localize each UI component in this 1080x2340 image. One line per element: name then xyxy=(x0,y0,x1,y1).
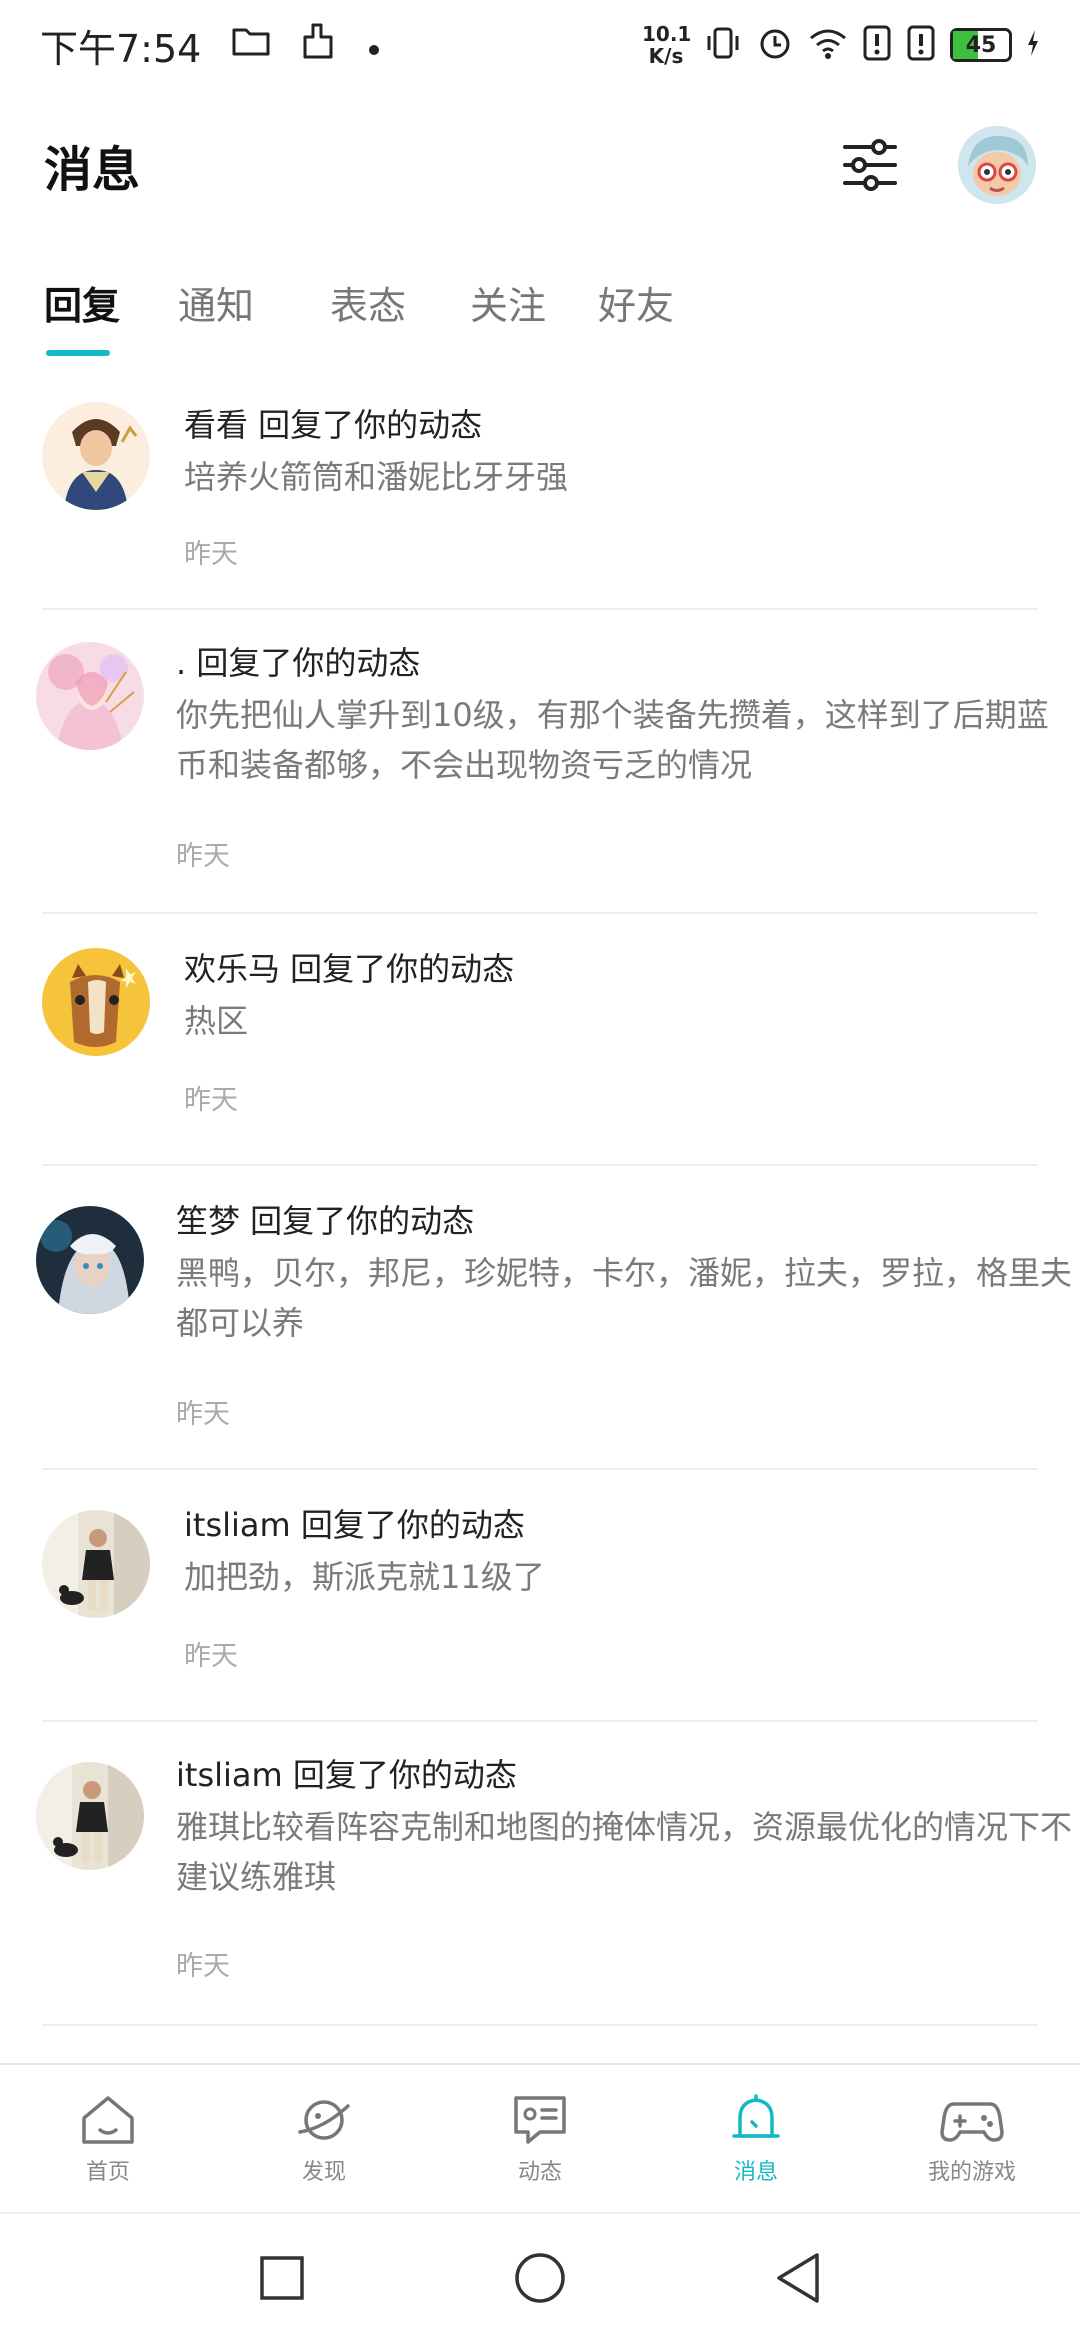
message-content: 你先把仙人掌升到10级，有那个装备先攒着，这样到了后期蓝币和装备都够，不会出现物… xyxy=(176,696,1049,784)
square-icon xyxy=(260,2256,304,2300)
alarm-icon xyxy=(756,24,794,66)
back-button[interactable] xyxy=(738,2214,858,2340)
status-time: 下午7:54 xyxy=(40,26,202,71)
vibrate-icon xyxy=(704,24,742,66)
message-time: 昨天 xyxy=(176,1399,230,1430)
folder-icon xyxy=(231,24,271,67)
wifi-icon xyxy=(808,26,848,64)
message-content: 雅琪比较看阵容克制和地图的掩体情况，资源最优化的情况下不建议练雅琪 xyxy=(176,1808,1073,1896)
feed-icon xyxy=(514,2096,566,2144)
nav-label: 发现 xyxy=(301,2160,346,2185)
alert-icon xyxy=(862,24,892,66)
recents-button[interactable] xyxy=(222,2214,342,2340)
home-icon xyxy=(82,2096,134,2144)
dot-icon xyxy=(367,25,381,66)
nav-label: 动态 xyxy=(517,2160,562,2185)
message-title: . 回复了你的动态 xyxy=(176,644,421,682)
back-triangle-icon xyxy=(777,2253,819,2303)
avatar[interactable] xyxy=(36,1762,144,1870)
thumb-icon xyxy=(301,21,337,70)
message-content: 培养火箭筒和潘妮比牙牙强 xyxy=(184,458,569,496)
message-time: 昨天 xyxy=(176,841,230,872)
message-content: 热区 xyxy=(184,1002,249,1040)
filter-button[interactable] xyxy=(838,133,902,197)
sliders-icon xyxy=(843,139,897,191)
list-item[interactable]: . 回复了你的动态 你先把仙人掌升到10级，有那个装备先攒着，这样到了后期蓝币和… xyxy=(0,610,1080,912)
system-nav-bar xyxy=(0,2212,1080,2340)
list-item[interactable]: itsliam 回复了你的动态 加把劲，斯派克就11级了 昨天 xyxy=(0,1470,1080,1720)
message-time: 昨天 xyxy=(184,1641,238,1672)
avatar[interactable] xyxy=(36,1206,144,1314)
bell-icon xyxy=(732,2094,780,2138)
avatar[interactable] xyxy=(42,948,150,1056)
battery-icon: 45 xyxy=(950,28,1012,62)
avatar[interactable] xyxy=(42,1510,150,1618)
nav-my-games[interactable]: 我的游戏 xyxy=(864,2065,1080,2213)
list-item[interactable]: 欢乐马 回复了你的动态 热区 昨天 xyxy=(0,914,1080,1164)
nav-label: 我的游戏 xyxy=(927,2160,1016,2185)
alert-icon xyxy=(906,24,936,66)
tab-follow[interactable]: 关注 xyxy=(470,275,546,330)
list-item[interactable]: itsliam 回复了你的动态 雅琪比较看阵容克制和地图的掩体情况，资源最优化的… xyxy=(0,1722,1080,2024)
home-button[interactable] xyxy=(480,2214,600,2340)
list-item[interactable]: 笙梦 回复了你的动态 黑鸭，贝尔，邦尼，珍妮特，卡尔，潘妮，拉夫，罗拉，格里夫都… xyxy=(0,1166,1080,1468)
net-speed: 10.1 K/s xyxy=(642,22,692,68)
page-title: 消息 xyxy=(44,142,141,198)
list-item[interactable]: 看看 回复了你的动态 培养火箭筒和潘妮比牙牙强 昨天 xyxy=(0,370,1080,608)
message-tabs: 回复 通知 表态 关注 好友 xyxy=(0,255,1080,355)
message-title: 欢乐马 回复了你的动态 xyxy=(184,950,515,988)
message-time: 昨天 xyxy=(176,1951,230,1982)
tab-indicator xyxy=(46,350,110,356)
message-time: 昨天 xyxy=(184,1085,238,1116)
message-title: 看看 回复了你的动态 xyxy=(184,406,483,444)
nav-label: 消息 xyxy=(733,2160,778,2185)
nav-label: 首页 xyxy=(85,2160,130,2185)
message-content: 加把劲，斯派克就11级了 xyxy=(184,1558,545,1596)
message-title: itsliam 回复了你的动态 xyxy=(184,1506,525,1544)
circle-icon xyxy=(515,2253,565,2303)
status-bar: 下午7:54 10.1 K/s 45 xyxy=(0,0,1080,90)
nav-discover[interactable]: 发现 xyxy=(216,2065,432,2213)
planet-icon xyxy=(298,2100,350,2140)
profile-avatar[interactable] xyxy=(958,126,1036,204)
avatar[interactable] xyxy=(36,642,144,750)
nav-messages[interactable]: 消息 xyxy=(648,2065,864,2213)
charging-icon xyxy=(1026,28,1040,62)
message-content: 黑鸭，贝尔，邦尼，珍妮特，卡尔，潘妮，拉夫，罗拉，格里夫都可以养 xyxy=(176,1254,1073,1342)
tab-friends[interactable]: 好友 xyxy=(598,275,674,330)
avatar[interactable] xyxy=(42,402,150,510)
message-time: 昨天 xyxy=(184,539,238,570)
nav-home[interactable]: 首页 xyxy=(0,2065,216,2213)
bottom-nav: 首页 发现 动态 消息 我的游戏 xyxy=(0,2063,1080,2211)
nav-feed[interactable]: 动态 xyxy=(432,2065,648,2213)
gamepad-icon xyxy=(940,2102,1004,2142)
message-title: 笙梦 回复了你的动态 xyxy=(176,1202,475,1240)
tab-reply[interactable]: 回复 xyxy=(44,275,120,330)
divider xyxy=(42,2024,1038,2026)
message-title: itsliam 回复了你的动态 xyxy=(176,1756,517,1794)
header: 消息 xyxy=(0,110,1080,220)
tab-reaction[interactable]: 表态 xyxy=(330,275,406,330)
tab-notice[interactable]: 通知 xyxy=(178,275,254,330)
